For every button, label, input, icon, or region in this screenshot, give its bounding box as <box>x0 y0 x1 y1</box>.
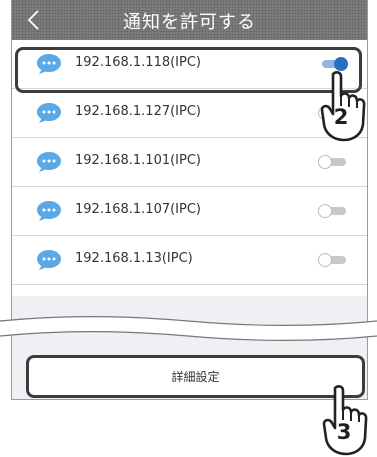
highlight-frame <box>15 47 362 93</box>
device-row: 192.168.1.101(IPC) <box>12 138 367 187</box>
device-ip-label: 192.168.1.107(IPC) <box>75 202 202 217</box>
device-row: 192.168.1.107(IPC) <box>12 187 367 236</box>
chat-bubble-icon <box>37 152 61 172</box>
page-title: 通知を許可する <box>123 12 256 33</box>
chat-bubble-icon <box>37 250 61 270</box>
device-ip-label: 192.168.1.127(IPC) <box>75 104 202 119</box>
chat-bubble-icon <box>37 201 61 221</box>
notification-toggle[interactable] <box>318 155 348 169</box>
step-number-2: 2 <box>333 105 349 129</box>
chat-bubble-icon <box>37 103 61 123</box>
device-ip-label: 192.168.1.101(IPC) <box>75 153 202 168</box>
header-bar: 通知を許可する <box>12 0 367 40</box>
device-ip-label: 192.168.1.13(IPC) <box>75 251 193 266</box>
notification-toggle[interactable] <box>318 253 348 267</box>
device-row: 192.168.1.127(IPC) <box>12 89 367 138</box>
screen-break-wave <box>0 315 377 342</box>
device-row: 192.168.1.13(IPC) <box>12 236 367 285</box>
notification-toggle[interactable] <box>318 204 348 218</box>
step-number-3: 3 <box>336 420 352 444</box>
detail-settings-button[interactable]: 詳細設定 <box>26 355 365 398</box>
